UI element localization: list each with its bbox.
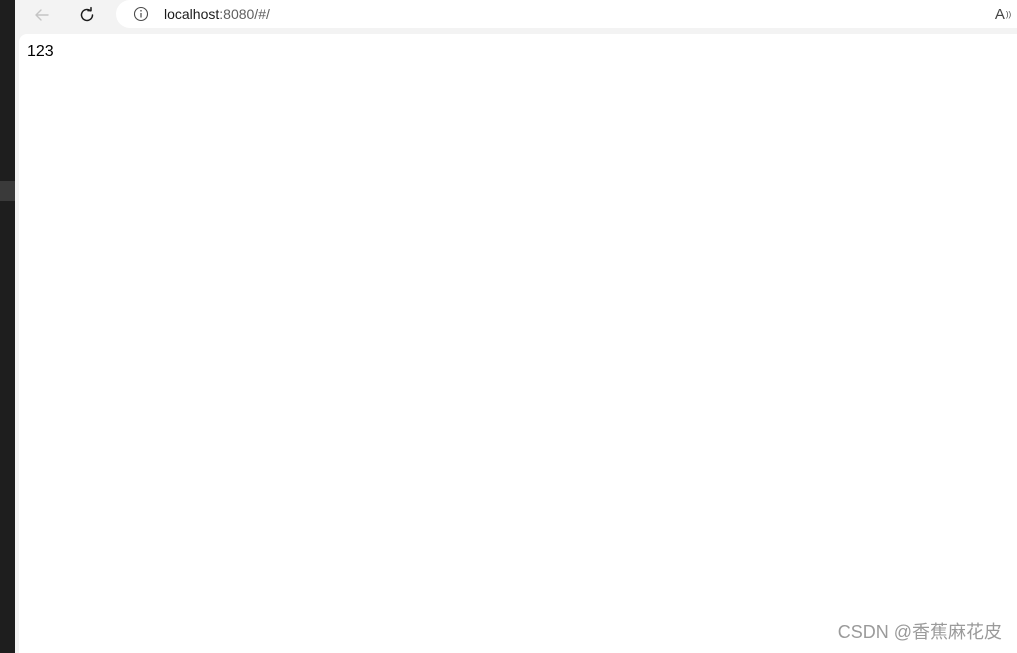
back-button[interactable] <box>29 2 55 28</box>
page-body-text: 123 <box>27 43 54 60</box>
info-icon <box>133 6 149 22</box>
browser-window: localhost:8080/#/ A)) 123 CSDN @香蕉麻花皮 <box>15 0 1017 653</box>
reload-button[interactable] <box>74 2 100 28</box>
browser-toolbar: localhost:8080/#/ A)) <box>15 0 1017 30</box>
url-host: localhost <box>164 6 220 22</box>
watermark: CSDN @香蕉麻花皮 <box>837 622 1002 642</box>
reload-icon <box>80 6 94 22</box>
site-info-button[interactable] <box>132 5 150 23</box>
read-aloud-icon: A <box>994 5 1005 23</box>
url-path: :8080/#/ <box>219 6 270 22</box>
address-bar[interactable]: localhost:8080/#/ A)) <box>116 0 1017 28</box>
read-aloud-button[interactable]: A)) <box>993 4 1013 24</box>
back-arrow-icon <box>35 9 49 21</box>
strip-highlight <box>0 181 15 201</box>
left-dark-strip <box>0 0 15 653</box>
read-aloud-waves-icon: )) <box>1005 9 1012 19</box>
url-text[interactable]: localhost:8080/#/ <box>164 6 270 22</box>
page-content: 123 CSDN @香蕉麻花皮 <box>19 34 1017 653</box>
